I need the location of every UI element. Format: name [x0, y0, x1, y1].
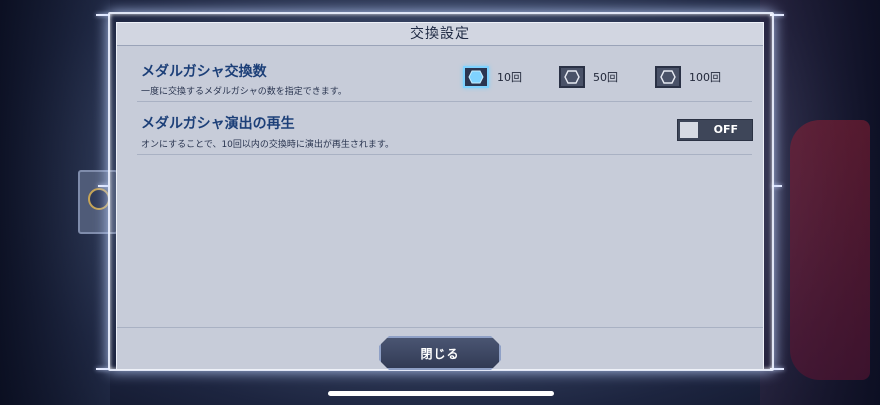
frame-tick	[98, 185, 108, 187]
exchange-count-description: 一度に交換するメダルガシャの数を指定できます。	[141, 87, 347, 97]
hexagon-icon	[660, 70, 676, 84]
option-50-label: 50回	[593, 71, 618, 84]
settings-dialog: 交換設定 メダルガシャ交換数 一度に交換するメダルガシャの数を指定できます。 1…	[116, 22, 764, 370]
dialog-title-bar: 交換設定	[117, 23, 763, 46]
option-10[interactable]: 10回	[463, 66, 522, 88]
exchange-count-title: メダルガシャ交換数	[141, 64, 267, 80]
home-indicator	[328, 391, 554, 396]
option-50-checkbox[interactable]	[559, 66, 585, 88]
hexagon-icon	[564, 70, 580, 84]
exchange-count-setting: メダルガシャ交換数 一度に交換するメダルガシャの数を指定できます。 10回 50…	[137, 61, 752, 102]
close-button-label: 閉じる	[420, 346, 460, 361]
animation-setting: メダルガシャ演出の再生 オンにすることで、10回以内の交換時に演出が再生されます…	[137, 113, 753, 155]
footer-divider	[117, 327, 763, 328]
option-100[interactable]: 100回	[655, 66, 721, 88]
option-10-checkbox[interactable]	[463, 66, 489, 88]
toggle-knob	[680, 122, 698, 138]
option-100-label: 100回	[689, 71, 721, 84]
option-50[interactable]: 50回	[559, 66, 618, 88]
toggle-label: OFF	[713, 123, 738, 136]
option-10-label: 10回	[497, 71, 522, 84]
option-100-checkbox[interactable]	[655, 66, 681, 88]
hexagon-icon	[468, 70, 484, 84]
close-button[interactable]: 閉じる	[379, 336, 501, 370]
dialog-title: 交換設定	[410, 26, 470, 42]
animation-title: メダルガシャ演出の再生	[141, 116, 295, 132]
animation-toggle[interactable]: OFF	[677, 119, 753, 141]
animation-description: オンにすることで、10回以内の交換時に演出が再生されます。	[141, 140, 395, 150]
background-character	[790, 120, 870, 380]
